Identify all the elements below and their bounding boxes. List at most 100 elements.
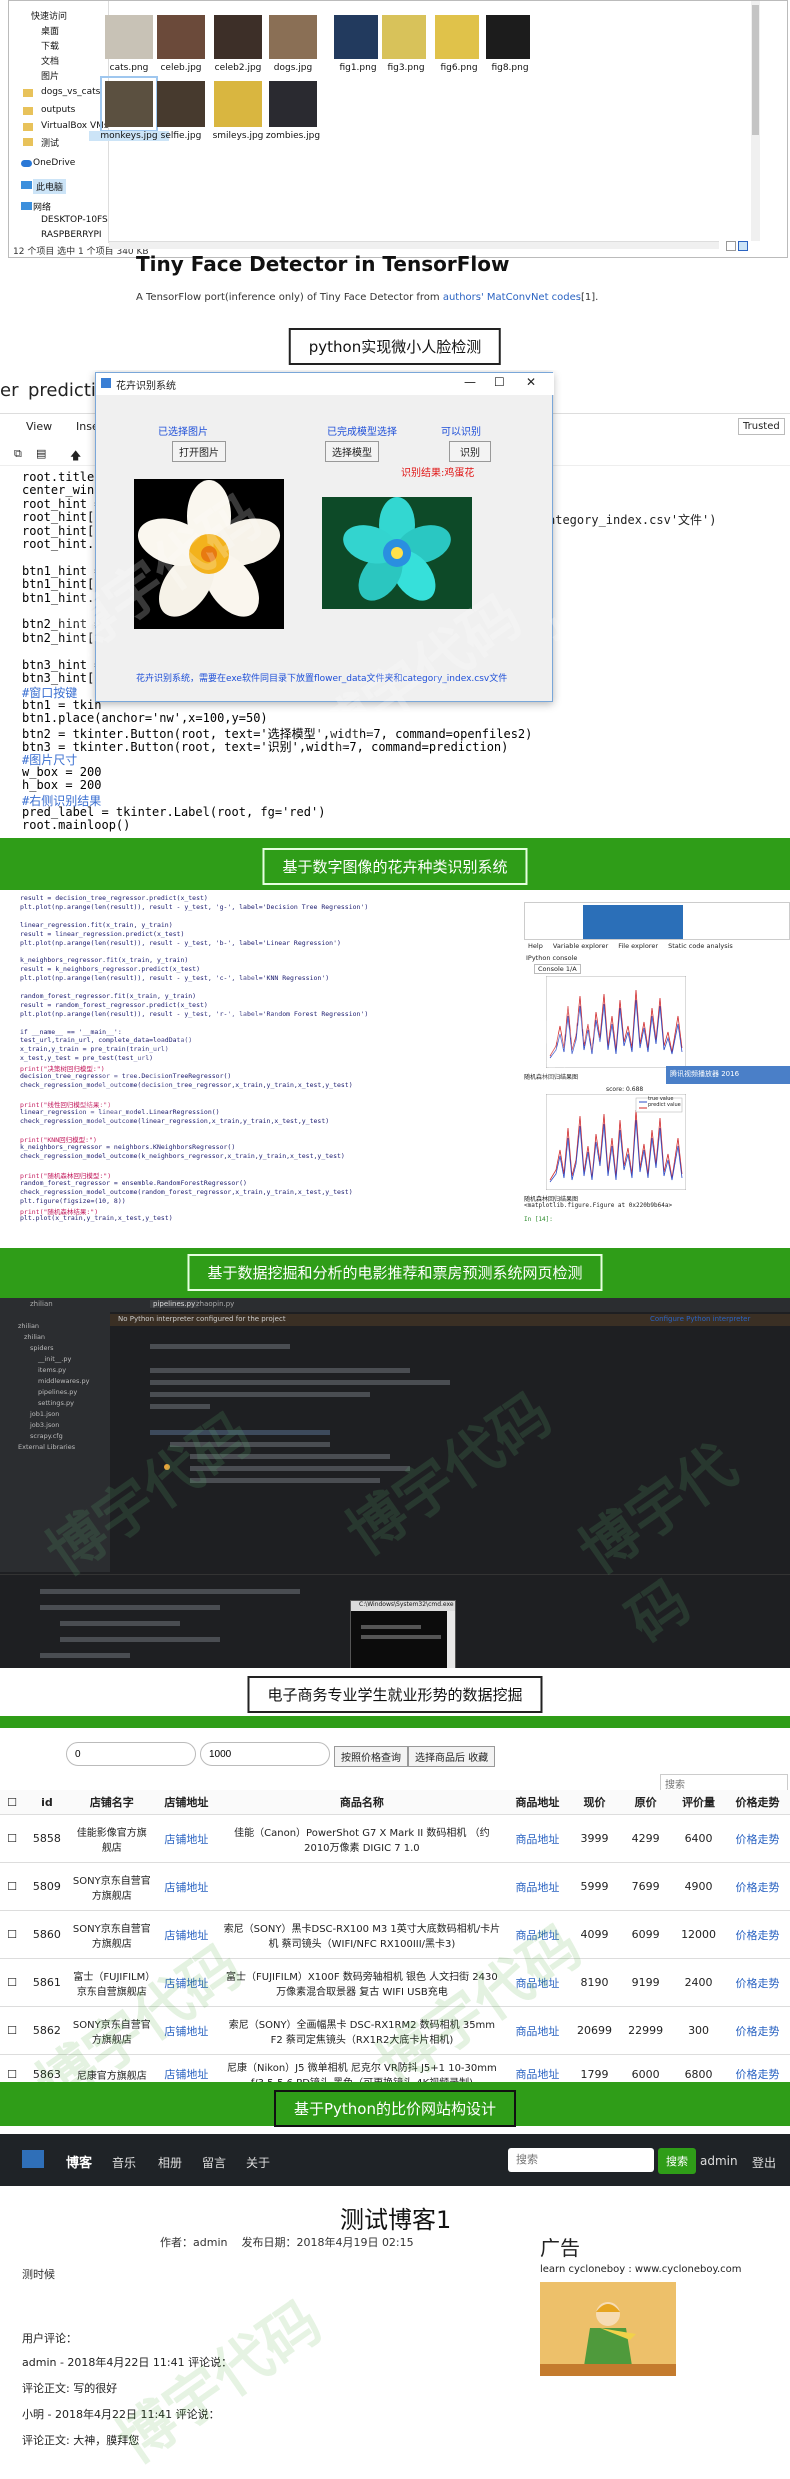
sidebar-item[interactable]: 图片 — [41, 69, 59, 82]
copy-icon[interactable]: ⧉ — [14, 447, 22, 461]
nav-music[interactable]: 音乐 — [112, 2154, 136, 2171]
sidebar-item[interactable]: VirtualBox VMs — [41, 121, 109, 131]
table-row[interactable]: ☐ 5809 SONY京东自营官方旗舰店 店铺地址 商品地址 5999 7699 4900 价格… — [0, 1862, 790, 1911]
file-thumbnail[interactable] — [214, 15, 262, 59]
table-cell-trend[interactable]: 价格走势 — [725, 1862, 790, 1911]
vertical-scrollbar[interactable] — [751, 1, 760, 241]
sidebar-item[interactable]: 此电脑 — [33, 179, 67, 194]
row-checkbox[interactable]: ☐ — [0, 1814, 25, 1863]
select-all-checkbox[interactable]: ☐ — [0, 1790, 25, 1815]
sidebar-item[interactable]: 网络 — [33, 200, 51, 213]
sidebar-item[interactable]: OneDrive — [33, 158, 75, 168]
table-cell-goods-link[interactable]: 商品地址 — [504, 2006, 570, 2055]
file-thumbnail[interactable] — [157, 81, 205, 127]
nav-album[interactable]: 相册 — [158, 2154, 182, 2171]
row-checkbox[interactable]: ☐ — [0, 1958, 25, 2007]
sidebar-item[interactable]: dogs_vs_cats — [41, 87, 100, 97]
price-query-button[interactable]: 按照价格查询 — [334, 1746, 408, 1767]
table-row[interactable]: ☐ 5861 富士（FUJIFILM）京东自营旗舰店 店铺地址 富士（FUJIFILM）… — [0, 1958, 790, 2007]
tfd-desc-link[interactable]: authors' MatConvNet codes — [443, 292, 581, 303]
row-checkbox[interactable]: ☐ — [0, 2006, 25, 2055]
tab-help[interactable]: Help — [528, 942, 543, 950]
table-cell-goods-link[interactable]: 商品地址 — [504, 1862, 570, 1911]
tab-zhaopin[interactable]: zhaopin.py — [196, 1300, 234, 1308]
project-tree-item[interactable]: __init__.py — [38, 1355, 71, 1363]
sidebar-item[interactable]: 测试 — [41, 136, 59, 149]
table-cell-shop-link[interactable]: 店铺地址 — [153, 1910, 219, 1959]
sidebar-item[interactable]: outputs — [41, 105, 75, 115]
blog-search-input[interactable] — [508, 2148, 654, 2172]
file-thumbnail[interactable] — [100, 76, 158, 132]
move-up-icon[interactable]: 🡅 — [70, 447, 81, 466]
blog-user[interactable]: admin — [700, 2154, 738, 2168]
breakpoint-icon[interactable] — [164, 1464, 170, 1470]
sidebar-item[interactable]: 下载 — [41, 39, 59, 52]
sidebar-item[interactable]: 快速访问 — [31, 9, 67, 22]
close-icon[interactable]: ✕ — [526, 375, 536, 389]
tab-static-analysis[interactable]: Static code analysis — [668, 942, 733, 950]
console-tab[interactable]: Console 1/A — [534, 964, 581, 974]
tab-file-explorer[interactable]: File explorer — [618, 942, 658, 950]
table-cell-goods-link[interactable]: 商品地址 — [504, 1910, 570, 1959]
configure-interpreter-link[interactable]: Configure Python interpreter — [650, 1315, 750, 1323]
open-image-button[interactable]: 打开图片 — [172, 441, 226, 462]
blog-search-button[interactable]: 搜索 — [658, 2148, 696, 2174]
maximize-icon[interactable]: ☐ — [494, 375, 505, 389]
table-cell-shop-link[interactable]: 店铺地址 — [153, 2006, 219, 2055]
sidebar-item[interactable]: 桌面 — [41, 24, 59, 37]
horizontal-scrollbar[interactable] — [109, 241, 719, 249]
ad-image[interactable] — [540, 2282, 676, 2376]
table-cell-trend[interactable]: 价格走势 — [725, 1910, 790, 1959]
table-cell-trend[interactable]: 价格走势 — [725, 1814, 790, 1863]
file-thumbnail[interactable] — [486, 15, 530, 59]
file-thumbnail[interactable] — [157, 15, 205, 59]
scrollbar-thumb[interactable] — [752, 5, 759, 135]
menu-view[interactable]: View — [26, 420, 52, 433]
recognize-button[interactable]: 识别 — [449, 441, 491, 462]
table-cell-shop-link[interactable]: 店铺地址 — [153, 1862, 219, 1911]
table-cell-goods-link[interactable]: 商品地址 — [504, 1958, 570, 2007]
project-tree-item[interactable]: External Libraries — [18, 1443, 75, 1451]
project-tree-item[interactable]: job3.json — [30, 1421, 59, 1429]
min-price-input[interactable] — [66, 1742, 196, 1766]
project-tree-item[interactable]: pipelines.py — [38, 1388, 77, 1396]
table-cell-goods-link[interactable]: 商品地址 — [504, 1814, 570, 1863]
project-tree-item[interactable]: settings.py — [38, 1399, 74, 1407]
project-tree-item[interactable]: spiders — [30, 1344, 54, 1352]
table-cell-shop-link[interactable]: 店铺地址 — [153, 1958, 219, 2007]
sidebar-item[interactable]: DESKTOP-10FS — [41, 215, 108, 225]
project-tree-item[interactable]: items.py — [38, 1366, 66, 1374]
file-thumbnail[interactable] — [435, 15, 479, 59]
file-thumbnail[interactable] — [269, 81, 317, 127]
row-checkbox[interactable]: ☐ — [0, 1910, 25, 1959]
blog-brand[interactable]: 博客 — [66, 2152, 92, 2171]
table-cell-trend[interactable]: 价格走势 — [725, 2006, 790, 2055]
table-row[interactable]: ☐ 5862 SONY京东自营官方旗舰店 店铺地址 索尼（SONY）全画幅黑卡 DSC-… — [0, 2006, 790, 2055]
table-cell-shop-link[interactable]: 店铺地址 — [153, 1814, 219, 1863]
file-thumbnail[interactable] — [382, 15, 426, 59]
project-tree-item[interactable]: scrapy.cfg — [30, 1432, 63, 1440]
table-row[interactable]: ☐ 5860 SONY京东自营官方旗舰店 店铺地址 索尼（SONY）黑卡DSC-RX10… — [0, 1910, 790, 1959]
tab-variable-explorer[interactable]: Variable explorer — [553, 942, 608, 950]
row-checkbox[interactable]: ☐ — [0, 1862, 25, 1911]
tab-pipelines[interactable]: pipelines.py — [150, 1300, 199, 1308]
table-cell-trend[interactable]: 价格走势 — [725, 1958, 790, 2007]
file-thumbnail[interactable] — [334, 15, 378, 59]
max-price-input[interactable] — [200, 1742, 330, 1766]
minimize-icon[interactable]: — — [464, 375, 476, 389]
project-tree-item[interactable]: middlewares.py — [38, 1377, 89, 1385]
project-tree-item[interactable]: zhilian — [24, 1333, 45, 1341]
popup-notification[interactable]: 腾讯视频播放器 2016 — [666, 1066, 790, 1084]
view-details-icon[interactable] — [726, 241, 736, 251]
blog-logout[interactable]: 登出 — [752, 2154, 776, 2171]
file-thumbnail[interactable] — [214, 81, 262, 127]
file-thumbnail[interactable] — [105, 15, 153, 59]
paste-icon[interactable]: ▤ — [36, 447, 46, 460]
favorite-button[interactable]: 选择商品后 收藏 — [408, 1746, 496, 1767]
project-tree-item[interactable]: zhilian — [18, 1322, 39, 1330]
select-model-button[interactable]: 选择模型 — [325, 441, 379, 462]
nav-messages[interactable]: 留言 — [202, 2154, 226, 2171]
console-prompt[interactable]: In [14]: — [524, 1216, 553, 1223]
project-tree-item[interactable]: job1.json — [30, 1410, 59, 1418]
sidebar-item[interactable]: RASPBERRYPI — [41, 230, 102, 240]
